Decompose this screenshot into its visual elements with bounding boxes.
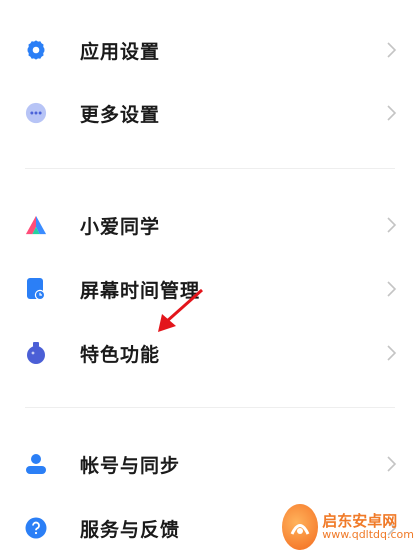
settings-item-account-sync[interactable]: 帐号与同步 (0, 432, 420, 496)
settings-item-xiaoai[interactable]: 小爱同学 (0, 193, 420, 257)
chevron-right-icon (387, 345, 397, 361)
settings-item-label: 帐号与同步 (80, 454, 181, 477)
settings-item-app-settings[interactable]: 应用设置 (0, 18, 420, 82)
settings-item-label: 更多设置 (80, 103, 161, 126)
section-divider (25, 407, 395, 408)
settings-item-label: 特色功能 (80, 343, 161, 366)
account-icon (25, 453, 47, 475)
chevron-right-icon (387, 105, 397, 121)
settings-item-more-settings[interactable]: 更多设置 (0, 81, 420, 145)
chevron-right-icon (387, 456, 397, 472)
xiaoai-icon (25, 214, 47, 236)
settings-item-special-features[interactable]: 特色功能 (0, 321, 420, 385)
chevron-right-icon (387, 281, 397, 297)
watermark-title: 启东安卓网 (322, 511, 398, 530)
flask-icon (25, 342, 47, 364)
gear-icon (25, 39, 47, 61)
chevron-right-icon (387, 217, 397, 233)
settings-item-label: 应用设置 (80, 40, 161, 63)
chevron-right-icon (387, 42, 397, 58)
settings-item-label: 服务与反馈 (80, 518, 181, 541)
help-icon (25, 517, 47, 539)
section-divider (25, 168, 395, 169)
more-dots-icon (25, 102, 47, 124)
watermark-logo-icon (282, 504, 319, 550)
screen-time-icon (25, 278, 47, 301)
watermark: 启东安卓网 www.qdltdq.com (282, 501, 414, 553)
settings-item-label: 小爱同学 (80, 215, 161, 238)
watermark-url: www.qdltdq.com (322, 528, 414, 542)
settings-item-screen-time[interactable]: 屏幕时间管理 (0, 257, 420, 321)
annotation-arrow-icon (158, 288, 203, 332)
